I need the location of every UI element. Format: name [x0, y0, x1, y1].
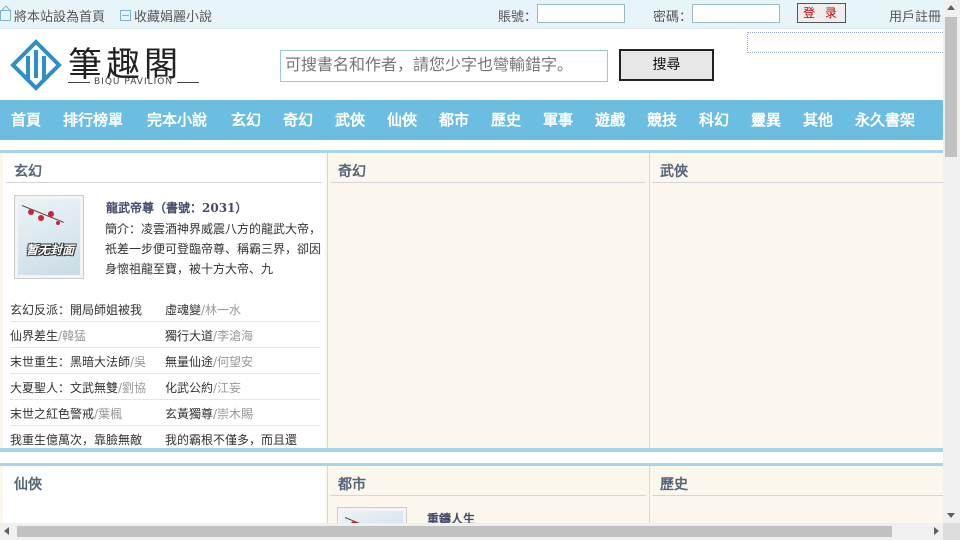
category-section-2: 仙俠 都市 歷史 重鑄人生: [0, 463, 943, 523]
horizontal-scrollbar[interactable]: [0, 523, 943, 540]
nav-bookshelf[interactable]: 永久書架: [855, 100, 915, 140]
nav-youxi[interactable]: 遊戲: [595, 100, 625, 140]
nav-qita[interactable]: 其他: [803, 100, 833, 140]
bookmark-icon: [120, 10, 131, 21]
vertical-scroll-thumb[interactable]: [945, 17, 957, 157]
list-item: 玄幻反派：開局師姐被我 虛魂變/林一水: [10, 296, 320, 322]
nav-lishi[interactable]: 歷史: [491, 100, 521, 140]
logo-subtitle: BIQU PAVILION: [68, 77, 200, 87]
nav-lingyi[interactable]: 靈異: [751, 100, 781, 140]
nav-junshi[interactable]: 軍事: [543, 100, 573, 140]
section-divider: [0, 448, 943, 452]
search-button[interactable]: 搜尋: [619, 49, 714, 81]
horizontal-scroll-thumb[interactable]: [17, 526, 892, 537]
list-item: 大夏聖人：文武無雙/劉協 化武公約/江妄: [10, 374, 320, 400]
home-icon: [0, 10, 11, 21]
nav-qihuan[interactable]: 奇幻: [283, 100, 313, 140]
nav-ranking[interactable]: 排行榜單: [63, 100, 123, 140]
panel-header-wuxia[interactable]: 武俠: [652, 156, 943, 183]
bookmark-link[interactable]: 收藏娟麗小說: [120, 6, 212, 25]
scroll-up-arrow-icon[interactable]: [947, 5, 955, 10]
nav-completed[interactable]: 完本小說: [147, 100, 207, 140]
set-homepage-link[interactable]: 將本站設為首頁: [0, 6, 105, 25]
page-viewport: 將本站設為首頁 收藏娟麗小說 賬號： 密碼： 登 录 用戶註冊 筆趣閣 BIQU…: [0, 0, 943, 523]
scroll-right-arrow-icon[interactable]: [934, 527, 939, 535]
logo-icon: [10, 39, 62, 91]
nav-wuxia[interactable]: 武俠: [335, 100, 365, 140]
top-bar: 將本站設為首頁 收藏娟麗小說 賬號： 密碼： 登 录 用戶註冊: [0, 0, 943, 29]
list-item: 末世重生：黑暗大法師/吳 無量仙途/何望安: [10, 348, 320, 374]
nav-kehuan[interactable]: 科幻: [699, 100, 729, 140]
nav-dushi[interactable]: 都市: [439, 100, 469, 140]
account-input[interactable]: [537, 4, 625, 23]
main-nav: 首頁 排行榜單 完本小說 玄幻 奇幻 武俠 仙俠 都市 歷史 軍事 遊戲 競技 …: [0, 100, 943, 140]
scrollbar-corner: [943, 523, 960, 540]
panel-header-qihuan[interactable]: 奇幻: [330, 156, 646, 183]
panel-header-xianxia[interactable]: 仙俠: [6, 469, 322, 495]
panel-header-dushi[interactable]: 都市: [330, 469, 646, 496]
scroll-left-arrow-icon[interactable]: [4, 527, 9, 535]
register-link[interactable]: 用戶註冊: [889, 6, 941, 25]
panel-header-xuanhuan[interactable]: 玄幻: [6, 156, 322, 183]
book-cover[interactable]: [337, 507, 407, 523]
account-label: 賬號：: [498, 10, 538, 25]
nav-jingji[interactable]: 競技: [647, 100, 677, 140]
category-section-1: 玄幻 奇幻 武俠 暂无封面 龍武帝尊（書號：2031） 簡介：凌雲酒神界威震八方…: [0, 150, 943, 451]
list-item: 仙界差生/韓猛 獨行大道/李滄海: [10, 322, 320, 348]
vertical-scrollbar[interactable]: [943, 0, 960, 523]
featured-book-title[interactable]: 重鑄人生: [427, 510, 475, 523]
search-input[interactable]: [280, 50, 608, 82]
book-cover[interactable]: 暂无封面: [14, 195, 84, 279]
scroll-down-arrow-icon[interactable]: [947, 513, 955, 518]
nav-home[interactable]: 首頁: [11, 100, 41, 140]
panel-header-lishi[interactable]: 歷史: [652, 469, 943, 496]
nav-xianxia[interactable]: 仙俠: [387, 100, 417, 140]
featured-book-intro: 簡介：凌雲酒神界威震八方的龍武大帝，祇差一步便可登臨帝尊、稱霸三界，卻因身懷祖龍…: [105, 222, 322, 276]
site-header: 筆趣閣 BIQU PAVILION 搜尋: [0, 29, 943, 100]
header-ad-box: [747, 32, 943, 53]
nav-xuanhuan[interactable]: 玄幻: [231, 100, 261, 140]
list-item: 末世之紅色警戒/葉楓 玄黃獨尊/崇木賜: [10, 400, 320, 426]
login-button[interactable]: 登 录: [797, 3, 846, 23]
password-label: 密碼：: [653, 10, 693, 25]
featured-book-title[interactable]: 龍武帝尊（書號：2031）: [106, 199, 247, 216]
password-input[interactable]: [692, 4, 780, 23]
